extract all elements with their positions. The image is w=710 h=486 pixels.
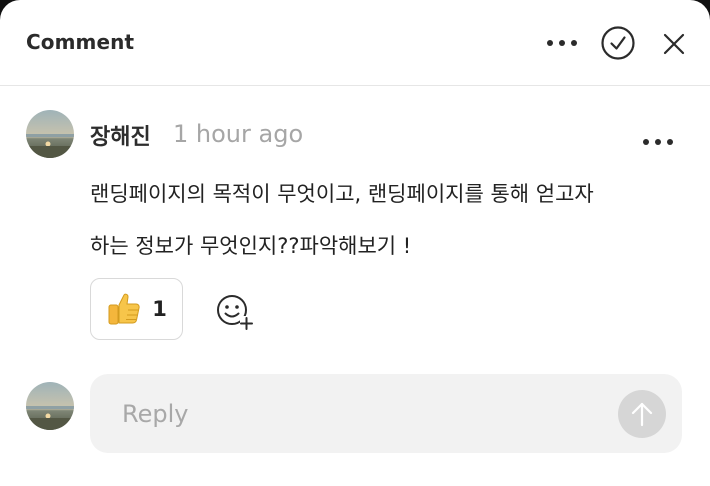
panel-header: Comment (0, 0, 710, 86)
arrow-up-icon (631, 402, 653, 427)
comment-timestamp: 1 hour ago (173, 120, 304, 148)
reaction-thumbs-up[interactable]: 1 (90, 278, 183, 340)
comment-body-line: 랜딩페이지의 목적이 무엇이고, 랜딩페이지를 통해 얻고자 (90, 182, 594, 206)
author-avatar (26, 110, 74, 158)
close-button[interactable] (656, 26, 692, 62)
reply-box (90, 374, 682, 453)
comment-author: 장해진 (90, 125, 151, 150)
reaction-count: 1 (152, 297, 167, 321)
more-horizontal-icon (547, 40, 577, 46)
panel-title: Comment (26, 30, 135, 54)
more-options-button[interactable] (540, 26, 584, 60)
add-reaction-button[interactable] (212, 290, 258, 334)
comment-panel: Comment 장해진 1 hour ago 랜딩페이지의 목적이 무엇이고, … (0, 0, 710, 486)
resolve-button[interactable] (597, 22, 639, 64)
reply-input[interactable] (90, 374, 610, 453)
thumbs-up-icon (108, 293, 140, 325)
send-reply-button[interactable] (618, 390, 666, 438)
comment-more-button[interactable] (636, 128, 680, 156)
close-icon (663, 33, 685, 55)
comment-body-line: 하는 정보가 무엇인지??파악해보기 ! (90, 234, 412, 258)
add-emoji-icon (217, 295, 253, 330)
comment-body: 랜딩페이지의 목적이 무엇이고, 랜딩페이지를 통해 얻고자 하는 정보가 무엇… (90, 168, 690, 272)
current-user-avatar (26, 382, 74, 430)
check-circle-icon (601, 26, 635, 60)
more-horizontal-icon (643, 139, 673, 145)
